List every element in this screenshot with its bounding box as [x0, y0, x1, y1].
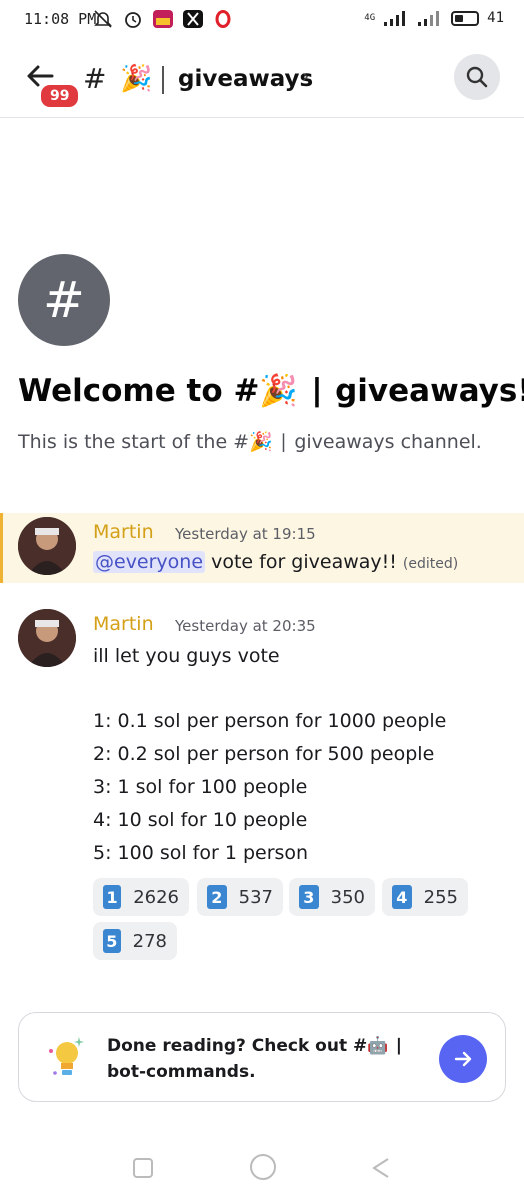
avatar[interactable] [18, 517, 76, 575]
opera-icon [215, 10, 231, 28]
mute-bell-icon [94, 10, 112, 28]
reaction-count: 278 [132, 930, 167, 952]
channel-separator [162, 66, 164, 94]
avatar[interactable] [18, 609, 76, 667]
message-line: ill let you guys vote [93, 645, 280, 667]
signal-icon [384, 11, 406, 26]
message-text: @everyone vote for giveaway!! (edited) [93, 551, 458, 573]
app-notification-icon [153, 10, 173, 28]
lightbulb-icon [49, 1037, 84, 1075]
keycap-1-icon: 1 [103, 885, 122, 909]
notification-icons [92, 9, 234, 29]
reaction-count: 2626 [133, 886, 179, 908]
search-button[interactable] [454, 54, 500, 100]
search-icon [466, 66, 488, 88]
next-channel-line-2: bot-commands. [107, 1062, 256, 1082]
reaction-keycap-2[interactable]: 2 537 [197, 878, 283, 916]
message-line: 5: 100 sol for 1 person [93, 842, 309, 864]
reaction-count: 255 [423, 886, 458, 908]
message-1[interactable]: Martin Yesterday at 19:15 @everyone vote… [0, 513, 524, 583]
chevron-right-icon[interactable]: › [302, 66, 309, 87]
welcome-title: Welcome to #🎉 ∣ giveaways! [18, 373, 524, 409]
recents-button[interactable] [133, 1158, 153, 1178]
channel-hash-icon: # [83, 62, 107, 95]
go-to-channel-button[interactable] [439, 1035, 487, 1083]
channel-header: 99 # 🎉 giveaways › [0, 40, 524, 118]
unread-badge: 99 [38, 82, 82, 110]
next-channel-line-1: Done reading? Check out #🤖 ∣ [107, 1036, 403, 1056]
network-type: 4G [364, 13, 376, 23]
battery-level: 41 [487, 10, 504, 26]
message-line: 2: 0.2 sol per person for 500 people [93, 743, 435, 765]
signal-icon-2 [418, 11, 440, 26]
next-channel-card[interactable]: Done reading? Check out #🤖 ∣ bot-command… [18, 1012, 506, 1102]
reaction-keycap-1[interactable]: 1 2626 [93, 878, 189, 916]
party-popper-icon: 🎉 [120, 64, 153, 94]
reaction-keycap-5[interactable]: 5 278 [93, 922, 177, 960]
keycap-5-icon: 5 [103, 929, 121, 953]
x-app-icon [183, 10, 203, 28]
battery-fill [455, 14, 463, 22]
next-channel-text: Done reading? Check out #🤖 ∣ bot-command… [107, 1033, 407, 1085]
status-bar: 11:08 PM 4G 41 [0, 0, 524, 40]
welcome-subtitle: This is the start of the #🎉 ∣ giveaways … [18, 431, 482, 453]
channel-avatar: # [18, 254, 110, 346]
alarm-icon [125, 12, 141, 28]
avatar-image [18, 609, 76, 667]
system-nav-bar [0, 1140, 524, 1200]
message-line: 4: 10 sol for 10 people [93, 809, 308, 831]
battery-icon [451, 10, 480, 26]
reaction-keycap-3[interactable]: 3 350 [289, 878, 375, 916]
author-name[interactable]: Martin [93, 521, 154, 543]
keycap-4-icon: 4 [392, 885, 412, 909]
message-timestamp: Yesterday at 20:35 [175, 617, 316, 635]
message-line: 3: 1 sol for 100 people [93, 776, 308, 798]
message-timestamp: Yesterday at 19:15 [175, 525, 316, 543]
reaction-count: 350 [330, 886, 365, 908]
edited-label: (edited) [402, 556, 459, 572]
avatar-image [18, 517, 76, 575]
message-body: vote for giveaway!! [205, 551, 403, 573]
everyone-mention[interactable]: @everyone [93, 551, 206, 573]
message-line: 1: 0.1 sol per person for 1000 people [93, 710, 447, 732]
home-button[interactable] [250, 1154, 276, 1180]
keycap-2-icon: 2 [207, 885, 227, 909]
reaction-keycap-4[interactable]: 4 255 [382, 878, 468, 916]
author-name[interactable]: Martin [93, 613, 154, 635]
keycap-3-icon: 3 [299, 885, 319, 909]
back-nav-icon[interactable] [370, 1156, 392, 1180]
status-time: 11:08 PM [24, 10, 97, 28]
reaction-count: 537 [238, 886, 273, 908]
channel-name[interactable]: giveaways [178, 66, 313, 92]
status-right: 4G 41 [364, 9, 504, 27]
arrow-right-icon [454, 1051, 472, 1067]
